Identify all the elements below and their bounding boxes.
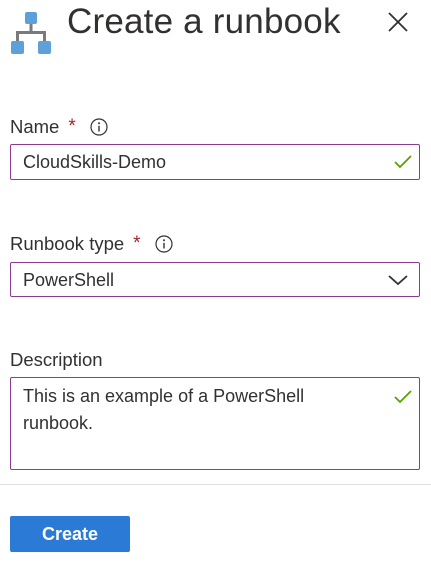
info-icon[interactable] bbox=[154, 235, 173, 253]
panel-header: Create a runbook bbox=[0, 0, 431, 60]
runbook-type-selected-value: PowerShell bbox=[23, 270, 115, 290]
name-input[interactable]: CloudSkills-Demo bbox=[10, 144, 420, 180]
runbook-type-label-row: Runbook type * bbox=[10, 232, 173, 256]
runbook-hierarchy-icon bbox=[11, 12, 51, 54]
valid-check-icon bbox=[394, 390, 412, 404]
name-label-row: Name * bbox=[10, 115, 108, 139]
name-input-value: CloudSkills-Demo bbox=[23, 152, 167, 172]
create-button[interactable]: Create bbox=[10, 516, 130, 552]
description-value: This is an example of a PowerShell runbo… bbox=[23, 386, 305, 433]
required-marker: * bbox=[133, 233, 141, 254]
required-marker: * bbox=[68, 116, 76, 137]
footer-divider bbox=[0, 484, 431, 485]
chevron-down-icon[interactable] bbox=[387, 273, 409, 287]
description-textarea[interactable]: This is an example of a PowerShell runbo… bbox=[10, 377, 420, 470]
close-icon[interactable] bbox=[384, 8, 412, 36]
runbook-type-label: Runbook type bbox=[10, 233, 125, 254]
name-label: Name bbox=[10, 116, 60, 137]
page-title: Create a runbook bbox=[67, 2, 341, 41]
info-icon[interactable] bbox=[90, 118, 108, 136]
description-label-row: Description bbox=[10, 348, 103, 372]
valid-check-icon bbox=[394, 155, 412, 169]
runbook-type-dropdown[interactable]: PowerShell bbox=[10, 262, 420, 297]
description-label: Description bbox=[10, 349, 103, 370]
